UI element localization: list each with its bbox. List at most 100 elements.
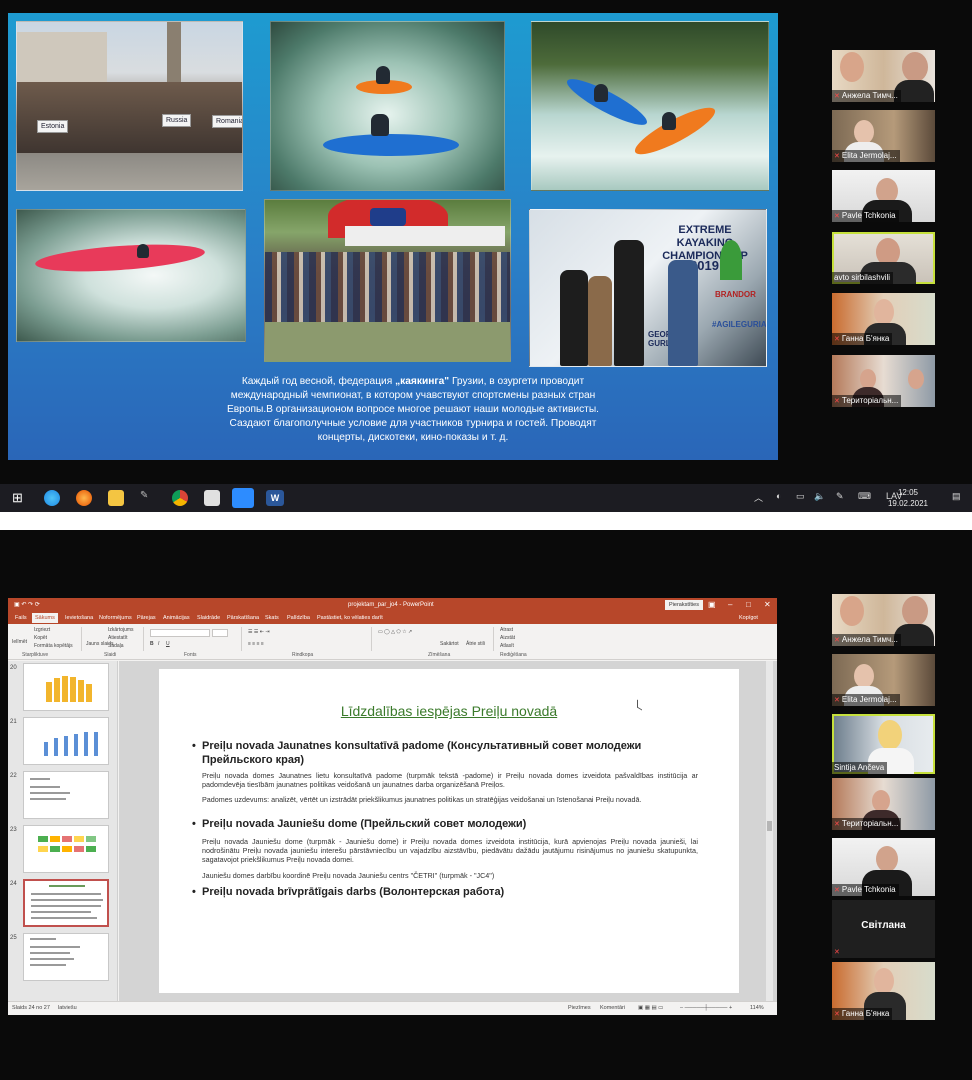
participant-tile[interactable]: ✕ Анжела Тимч... (832, 594, 935, 646)
participant-tile[interactable]: ✕ Pavle Tchkonia (832, 838, 935, 896)
participant-tile[interactable]: ✕ Територіальн... (832, 355, 935, 407)
ribbon-group-paragraph: ☰ ☰ ⇤ ⇥ ≡ ≡ ≡ ≡ (244, 627, 372, 651)
arrange-button[interactable]: Sakārtot (440, 641, 459, 647)
tab-transitions[interactable]: Pārejas (134, 613, 159, 623)
tab-review[interactable]: Pārskatīšana (224, 613, 262, 623)
keyboard-icon[interactable]: ⌨ (858, 491, 871, 502)
edge-browser-icon[interactable] (44, 490, 60, 506)
select-button[interactable]: Atlasīt (500, 643, 514, 649)
bullet-youth-council[interactable]: Preiļu novada Jaunatnes konsultatīvā pad… (192, 739, 702, 767)
tab-help[interactable]: Palīdzība (284, 613, 313, 623)
zoom-level[interactable]: 114% (750, 1005, 764, 1011)
app-icon[interactable]: ✎ (140, 490, 156, 506)
slide-thumbnail-23[interactable] (23, 825, 109, 873)
firefox-icon[interactable] (76, 490, 92, 506)
paragraph-council-task[interactable]: Padomes uzdevums: analizēt, vērtēt un iz… (202, 795, 698, 804)
italic-icon[interactable]: I (158, 641, 159, 647)
tab-view[interactable]: Skats (262, 613, 282, 623)
windows-taskbar: ⊞ ✎ W ︿ ◐ ▭ 🔈 ✎ ⌨ LAV 12:05 19.02.2021 ▤ (0, 484, 972, 512)
cut-button[interactable]: Izgriezt (34, 627, 50, 633)
notes-button[interactable]: Piezīmes (568, 1005, 591, 1011)
tab-animations[interactable]: Animācijas (160, 613, 193, 623)
participant-tile[interactable]: ✕ Elita Jermolaj... (832, 654, 935, 706)
file-explorer-icon[interactable] (108, 490, 124, 506)
replace-button[interactable]: Aizstāt (500, 635, 515, 641)
participant-name: Pavle Tchkonia (841, 885, 896, 894)
word-icon[interactable]: W (266, 490, 284, 506)
taskbar-clock[interactable]: 12:05 19.02.2021 (888, 487, 928, 509)
participant-tile[interactable]: ✕ Ганна Б'янка (832, 962, 935, 1020)
minimize-icon[interactable]: – (728, 598, 732, 612)
maximize-icon[interactable]: □ (746, 598, 751, 612)
align-icon[interactable]: ≡ ≡ ≡ ≡ (248, 641, 264, 647)
close-icon[interactable]: ✕ (764, 598, 771, 612)
tell-me-search[interactable]: Pastāstiet, ko vēlaties darīt (314, 613, 386, 623)
participant-tile[interactable]: ✕ Територіальн... (832, 778, 935, 830)
battery-icon[interactable]: ▭ (796, 491, 805, 502)
tab-design[interactable]: Noformējums (96, 613, 135, 623)
participant-tile-active-speaker[interactable]: avto sirbilashvili (832, 232, 935, 284)
ribbon-group-editing: Atrast Aizstāt Atlasīt (496, 627, 536, 651)
font-size-dropdown[interactable] (212, 629, 228, 637)
layout-button[interactable]: Izkārtojums (108, 627, 134, 633)
participant-tile-no-video[interactable]: Світлана ✕ (832, 900, 935, 958)
underline-icon[interactable]: U (166, 641, 170, 647)
ribbon-group-drawing: ▭ ◯ △ ⬠ ☆ ↗ Sakārtot Ātrie stili (374, 627, 494, 651)
thumb-number: 22 (10, 773, 17, 779)
slide-thumbnail-21[interactable] (23, 717, 109, 765)
slide-thumbnail-22[interactable] (23, 771, 109, 819)
bullet-volunteer-work[interactable]: Preiļu novada brīvprātīgais darbs (Волон… (192, 885, 702, 899)
volume-icon[interactable]: 🔈 (814, 491, 825, 502)
tab-home[interactable]: Sākums (32, 613, 58, 623)
store-icon[interactable] (204, 490, 220, 506)
shapes-gallery-icon[interactable]: ▭ ◯ △ ⬠ ☆ ↗ (378, 629, 412, 635)
tab-file[interactable]: Fails (12, 613, 30, 623)
notifications-icon[interactable]: ▤ (952, 491, 961, 502)
participant-tile[interactable]: ✕ Elita Jermolaj... (832, 110, 935, 162)
slide-thumbnail-20[interactable] (23, 663, 109, 711)
pen-icon[interactable]: ✎ (836, 491, 844, 502)
reset-button[interactable]: Atiestatīt (108, 635, 127, 641)
participant-tile[interactable]: ✕ Pavle Tchkonia (832, 170, 935, 222)
current-slide[interactable]: Līdzdalības iespējas Preiļu novadā Preiļ… (159, 669, 739, 993)
paste-button[interactable]: Ielīmēt (12, 639, 27, 645)
vertical-scrollbar[interactable] (766, 661, 773, 1001)
tray-app-icon[interactable]: ◐ (776, 491, 781, 501)
ribbon-display-icon[interactable]: ▣ (708, 598, 716, 612)
bold-icon[interactable]: B (150, 641, 154, 647)
slide-title[interactable]: Līdzdalības iespējas Preiļu novadā (159, 703, 739, 719)
language-indicator[interactable]: latviešu (58, 1005, 77, 1011)
font-name-dropdown[interactable] (150, 629, 210, 637)
slide-thumbnail-25[interactable] (23, 933, 109, 981)
paragraph-council-desc[interactable]: Preiļu novada domes Jaunatnes lietu kons… (202, 771, 698, 789)
sign-in-button[interactable]: Pierakstīties (665, 600, 703, 610)
participant-name: avto sirbilashvili (834, 273, 891, 282)
share-button[interactable]: Kopīgot (736, 613, 761, 623)
save-icon[interactable]: ▣ ↶ ↷ ⟳ (14, 598, 40, 612)
chrome-icon[interactable] (172, 490, 188, 506)
section-button[interactable]: Sadaļa (108, 643, 124, 649)
participant-tile[interactable]: ✕ Ганна Б'янка (832, 293, 935, 345)
chevron-up-icon[interactable]: ︿ (754, 491, 763, 504)
tab-insert[interactable]: Ievietošana (62, 613, 96, 623)
bullets-icon[interactable]: ☰ ☰ ⇤ ⇥ (248, 629, 270, 635)
zoom-slider[interactable]: – ─────┼───── + (680, 1005, 732, 1011)
paragraph-dome-coordination[interactable]: Jauniešu domes darbību koordinē Preiļu n… (202, 871, 698, 880)
find-button[interactable]: Atrast (500, 627, 513, 633)
participant-tile-active-speaker[interactable]: Sintija Ančeva (832, 714, 935, 774)
paragraph-dome-desc[interactable]: Preiļu novada Jauniešu dome (turpmāk - J… (202, 837, 698, 864)
bullet-youth-dome[interactable]: Preiļu novada Jauniešu dome (Прейльский … (192, 817, 702, 831)
windows-start-icon[interactable]: ⊞ (12, 490, 28, 506)
quick-styles-button[interactable]: Ātrie stili (466, 641, 485, 647)
participant-tile[interactable]: ✕ Анжела Тимч... (832, 50, 935, 102)
ribbon-home: Ielīmēt Izgriezt Kopēt Formāta kopētājs … (8, 624, 777, 660)
zoom-app-icon[interactable] (232, 488, 254, 508)
participant-name: Pavle Tchkonia (841, 211, 896, 220)
photo-group-redbull-tent (264, 199, 511, 362)
copy-button[interactable]: Kopēt (34, 635, 47, 641)
view-buttons-icon[interactable]: ▣ ▦ ▤ ▭ (638, 1005, 663, 1011)
tab-slideshow[interactable]: Slaidrāde (194, 613, 223, 623)
format-painter-button[interactable]: Formāta kopētājs (34, 643, 73, 649)
slide-thumbnail-24-selected[interactable] (23, 879, 109, 927)
comments-button[interactable]: Komentāri (600, 1005, 625, 1011)
